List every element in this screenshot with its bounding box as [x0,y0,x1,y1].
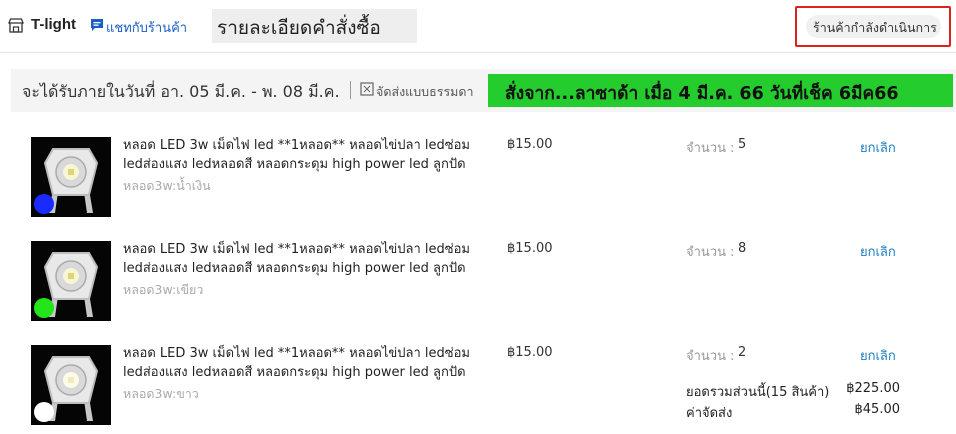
shipping-fee-label: ค่าจัดส่ง [686,406,733,421]
delivery-info-bar: จะได้รับภายในวันที่ อา. 05 มี.ค. - พ. 08… [11,69,956,112]
shop-name[interactable]: T-light [31,16,76,33]
store-icon [8,18,24,33]
subtotal-label: ยอดรวมส่วนนี้(15 สินค้า) [686,385,830,400]
order-status-badge: ร้านค้ากำลังดำเนินการ [806,15,941,38]
cancel-button[interactable]: ยกเลิก [860,241,896,262]
quantity-value: 8 [738,241,747,256]
product-price: ฿15.00 [507,345,553,360]
product-thumbnail[interactable] [31,137,111,217]
color-swatch [34,298,54,318]
page-title: รายละเอียดคำสั่งซื้อ [212,9,417,43]
product-name[interactable]: หลอด LED 3w เม็ดไฟ led **1หลอด** หลอดไข่… [123,344,493,382]
quantity-value: 2 [738,345,747,360]
shipping-fee-value: ฿45.00 [854,402,901,417]
order-note-highlight: สั่งจาก...ลาซาด้า เมื่อ 4 มี.ค. 66 วันที… [488,74,953,107]
product-name[interactable]: หลอด LED 3w เม็ดไฟ led **1หลอด** หลอดไข่… [123,240,493,278]
quantity-value: 5 [738,137,747,152]
color-swatch [34,402,54,422]
product-price: ฿15.00 [507,241,553,256]
shipping-icon [360,82,374,96]
product-thumbnail[interactable] [31,345,111,425]
quantity-label: จำนวน : [686,141,735,156]
divider [350,81,351,99]
chat-with-shop-link[interactable]: แชทกับร้านค้า [106,17,187,38]
shipping-method: จัดส่งแบบธรรมดา [376,84,474,99]
chat-icon[interactable] [90,18,104,32]
product-thumbnail[interactable] [31,241,111,321]
delivery-estimate: จะได้รับภายในวันที่ อา. 05 มี.ค. - พ. 08… [22,82,340,101]
product-variant: หลอด3w:ขาว [123,386,199,401]
product-variant: หลอด3w:เขียว [123,282,204,297]
status-highlight-box: ร้านค้ากำลังดำเนินการ [795,6,951,47]
color-swatch [34,194,54,214]
quantity-label: จำนวน : [686,349,735,364]
order-header: T-light แชทกับร้านค้า รายละเอียดคำสั่งซื… [0,0,956,53]
cancel-button[interactable]: ยกเลิก [860,137,896,158]
product-price: ฿15.00 [507,137,553,152]
product-name[interactable]: หลอด LED 3w เม็ดไฟ led **1หลอด** หลอดไข่… [123,136,493,174]
product-variant: หลอด3w:น้ำเงิน [123,178,211,193]
order-item: หลอด LED 3w เม็ดไฟ led **1หลอด** หลอดไข่… [0,234,956,338]
order-item: หลอด LED 3w เม็ดไฟ led **1หลอด** หลอดไข่… [0,130,956,234]
cancel-button[interactable]: ยกเลิก [860,345,896,366]
quantity-label: จำนวน : [686,245,735,260]
subtotal-value: ฿225.00 [846,381,900,396]
